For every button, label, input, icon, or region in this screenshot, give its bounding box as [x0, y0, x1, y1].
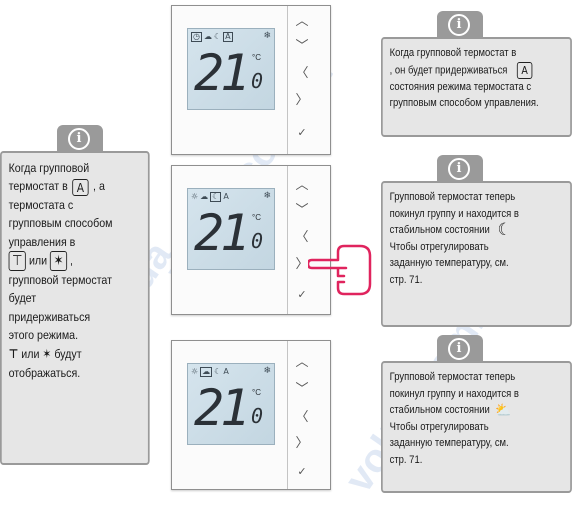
up-button[interactable]: ︿: [293, 179, 311, 193]
permanent-hold-icon: ⊤: [8, 251, 26, 272]
info-icon: i: [448, 158, 470, 180]
up-button[interactable]: ︿: [293, 356, 311, 370]
info-badge: i: [57, 125, 103, 151]
clock-icon: ◷: [191, 32, 202, 42]
info-box-left: Когда групповой термостат в A , а термос…: [0, 151, 150, 465]
thermostat-screen: ☼ ☁ ☾ A ❄ 21 °C 0: [187, 363, 275, 445]
temperature-decimal: 0: [251, 69, 264, 93]
moon-icon: ☾: [214, 367, 222, 376]
temperature-value: 21: [194, 379, 250, 437]
thermostat-screen: ☼ ☁ ☾ A ❄ 21 °C 0: [187, 188, 275, 270]
info-box-top-right: Когда групповой термостат в , он будет п…: [381, 37, 572, 137]
info-badge: i: [437, 11, 483, 37]
cloud-sun-icon: ☁: [200, 192, 209, 201]
up-button[interactable]: ︿: [293, 15, 311, 29]
auto-mode-icon: A: [72, 178, 89, 196]
moon-icon: ☾: [497, 220, 511, 240]
down-button[interactable]: ﹀: [293, 204, 311, 218]
party-mode-icon: ✶: [42, 346, 52, 362]
temperature-decimal: 0: [251, 404, 264, 428]
down-button[interactable]: ﹀: [293, 383, 311, 397]
cloud-sun-icon: ☁: [200, 367, 213, 377]
right-button[interactable]: 〉: [293, 94, 311, 108]
right-button[interactable]: 〉: [293, 437, 311, 451]
moon-icon: ☾: [213, 32, 222, 41]
auto-mode-icon: A: [223, 367, 229, 376]
sun-icon: ☼: [191, 192, 199, 201]
auto-mode-icon: A: [517, 61, 533, 79]
thermostat-2: ☼ ☁ ☾ A ❄ 21 °C 0 ︿ ﹀ 〈 〉 ✓: [171, 165, 331, 315]
snowflake-icon: ❄: [263, 191, 271, 201]
temperature-value: 21: [194, 44, 250, 102]
thermostat-3: ☼ ☁ ☾ A ❄ 21 °C 0 ︿ ﹀ 〈 〉 ✓: [171, 340, 331, 490]
left-button[interactable]: 〈: [293, 67, 311, 81]
party-mode-icon: ✶: [50, 251, 68, 272]
info-icon: i: [448, 338, 470, 360]
thermostat-1: ◷ ☁ ☾ A ❄ 21 °C 0 ︿ ﹀ 〈 〉 ✓: [171, 5, 331, 155]
snowflake-icon: ❄: [263, 366, 271, 376]
ok-button[interactable]: ✓: [293, 126, 311, 140]
moon-icon: ☾: [210, 192, 222, 202]
info-icon: i: [68, 128, 90, 150]
temperature-unit: °C: [252, 213, 261, 222]
cloud-sun-icon: ☁: [203, 32, 212, 41]
temperature-decimal: 0: [251, 229, 264, 253]
down-button[interactable]: ﹀: [293, 40, 311, 54]
snowflake-icon: ❄: [263, 31, 271, 41]
info-box-bottom-right: Групповой термостат теперь покинул групп…: [381, 361, 572, 493]
left-button[interactable]: 〈: [293, 411, 311, 425]
auto-mode-icon: A: [223, 32, 233, 42]
sun-icon: ☼: [191, 367, 199, 376]
pointing-hand-icon: [308, 244, 372, 296]
info-badge: i: [437, 335, 483, 361]
temperature-unit: °C: [252, 53, 261, 62]
permanent-hold-icon: ⊤: [8, 346, 19, 362]
auto-mode-icon: A: [223, 192, 229, 201]
info-badge: i: [437, 155, 483, 181]
thermostat-screen: ◷ ☁ ☾ A ❄ 21 °C 0: [187, 28, 275, 110]
ok-button[interactable]: ✓: [293, 465, 311, 479]
temperature-unit: °C: [252, 388, 261, 397]
info-box-middle-right: Групповой термостат теперь покинул групп…: [381, 181, 572, 327]
info-icon: i: [448, 14, 470, 36]
cloud-sun-icon: ⛅: [495, 401, 512, 419]
temperature-value: 21: [194, 204, 250, 262]
